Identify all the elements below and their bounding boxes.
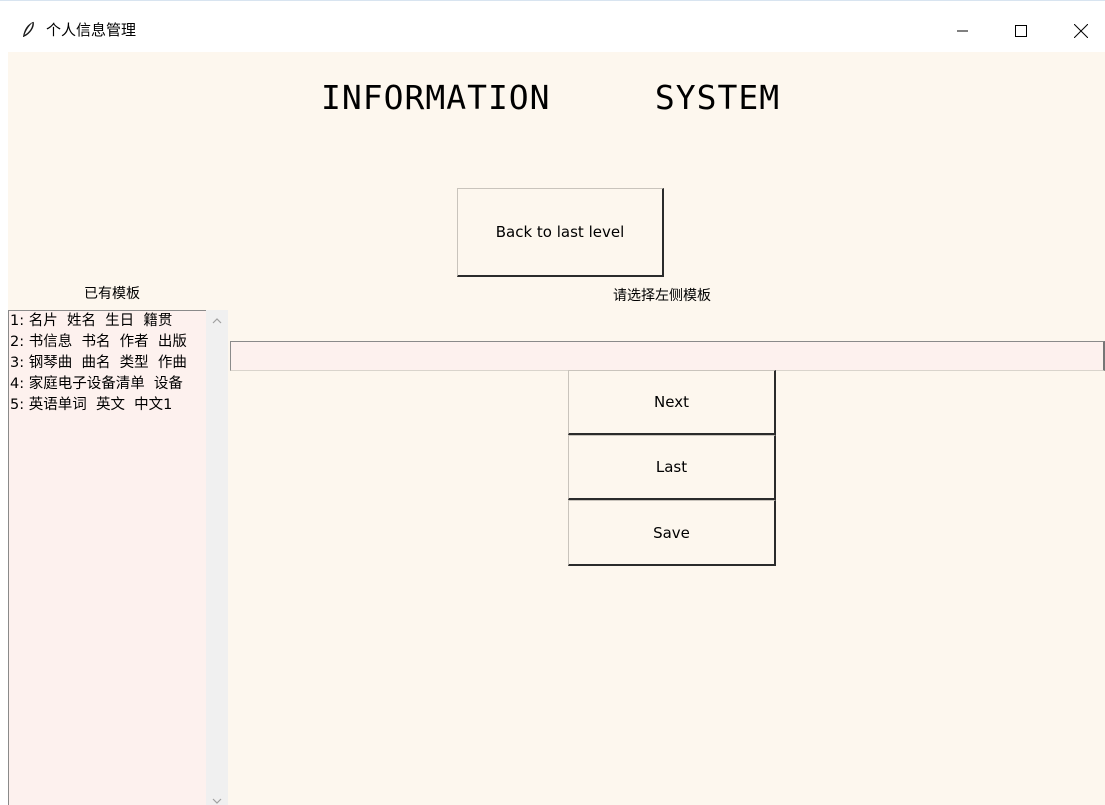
close-icon <box>1074 24 1088 38</box>
close-button[interactable] <box>1058 13 1104 49</box>
listbox-scrollbar[interactable] <box>206 310 228 805</box>
value-entry-field[interactable] <box>230 341 1105 371</box>
list-item[interactable]: 3: 钢琴曲 曲名 类型 作曲 <box>9 353 206 374</box>
main-panel: INFORMATION SYSTEM Back to last level 已有… <box>8 52 1105 805</box>
minimize-icon <box>957 30 968 32</box>
last-button[interactable]: Last <box>568 435 776 500</box>
maximize-icon <box>1015 25 1027 37</box>
list-item[interactable]: 5: 英语单词 英文 中文1 <box>9 395 206 416</box>
feather-icon <box>23 21 34 37</box>
page-heading: INFORMATION SYSTEM <box>321 78 781 117</box>
scroll-down-arrow-icon[interactable] <box>210 795 224 805</box>
next-button[interactable]: Next <box>568 370 776 435</box>
select-hint-label: 请选择左侧模板 <box>613 288 711 304</box>
templates-label: 已有模板 <box>84 286 140 302</box>
title-bar[interactable]: 个人信息管理 <box>0 0 1105 52</box>
window-title: 个人信息管理 <box>46 21 137 39</box>
back-button[interactable]: Back to last level <box>457 188 664 277</box>
list-item[interactable]: 2: 书信息 书名 作者 出版 <box>9 332 206 353</box>
app-window: 个人信息管理 INFORMATION SYSTEM Back to last l… <box>0 0 1105 805</box>
save-button[interactable]: Save <box>568 500 776 566</box>
minimize-button[interactable] <box>940 13 986 49</box>
scroll-up-arrow-icon[interactable] <box>210 315 224 327</box>
maximize-button[interactable] <box>998 13 1044 49</box>
list-item[interactable]: 1: 名片 姓名 生日 籍贯 <box>9 311 206 332</box>
template-listbox[interactable]: 1: 名片 姓名 生日 籍贯 2: 书信息 书名 作者 出版 3: 钢琴曲 曲名… <box>8 310 206 805</box>
list-item[interactable]: 4: 家庭电子设备清单 设备 <box>9 374 206 395</box>
